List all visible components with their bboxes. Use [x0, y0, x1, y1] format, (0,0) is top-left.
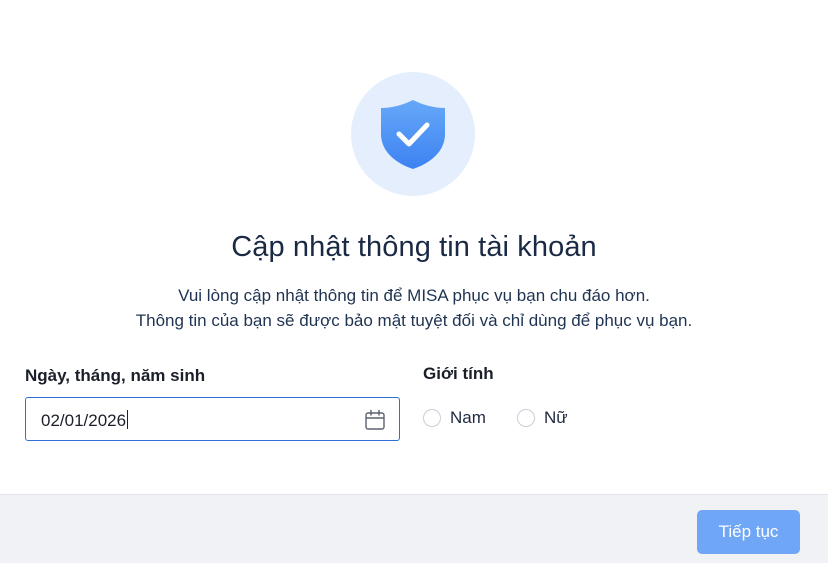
page-title: Cập nhật thông tin tài khoản	[231, 231, 597, 263]
shield-check-icon	[381, 100, 445, 169]
hero-badge	[351, 72, 475, 196]
dob-date-input[interactable]: 02/01/2026	[25, 397, 400, 441]
subtitle-line-1: Vui lòng cập nhật thông tin để MISA phục…	[178, 286, 650, 305]
dob-value: 02/01/2026	[41, 411, 127, 430]
gender-radio-female[interactable]: Nữ	[517, 408, 568, 428]
radio-circle-female[interactable]	[517, 409, 535, 427]
dob-label: Ngày, tháng, năm sinh	[25, 366, 206, 385]
update-account-page: Cập nhật thông tin tài khoản Vui lòng cậ…	[0, 0, 828, 563]
calendar-icon[interactable]	[364, 409, 386, 431]
gender-label: Giới tính	[423, 364, 494, 383]
radio-label-male: Nam	[450, 408, 486, 427]
footer-bar: Tiếp tục	[0, 494, 828, 563]
gender-radio-male[interactable]: Nam	[423, 408, 486, 428]
text-caret	[127, 410, 129, 429]
dob-value-wrapper: 02/01/2026	[41, 410, 129, 431]
continue-button[interactable]: Tiếp tục	[697, 510, 800, 554]
radio-circle-male[interactable]	[423, 409, 441, 427]
subtitle-line-2: Thông tin của bạn sẽ được bảo mật tuyệt …	[135, 311, 693, 330]
radio-label-female: Nữ	[544, 408, 568, 427]
